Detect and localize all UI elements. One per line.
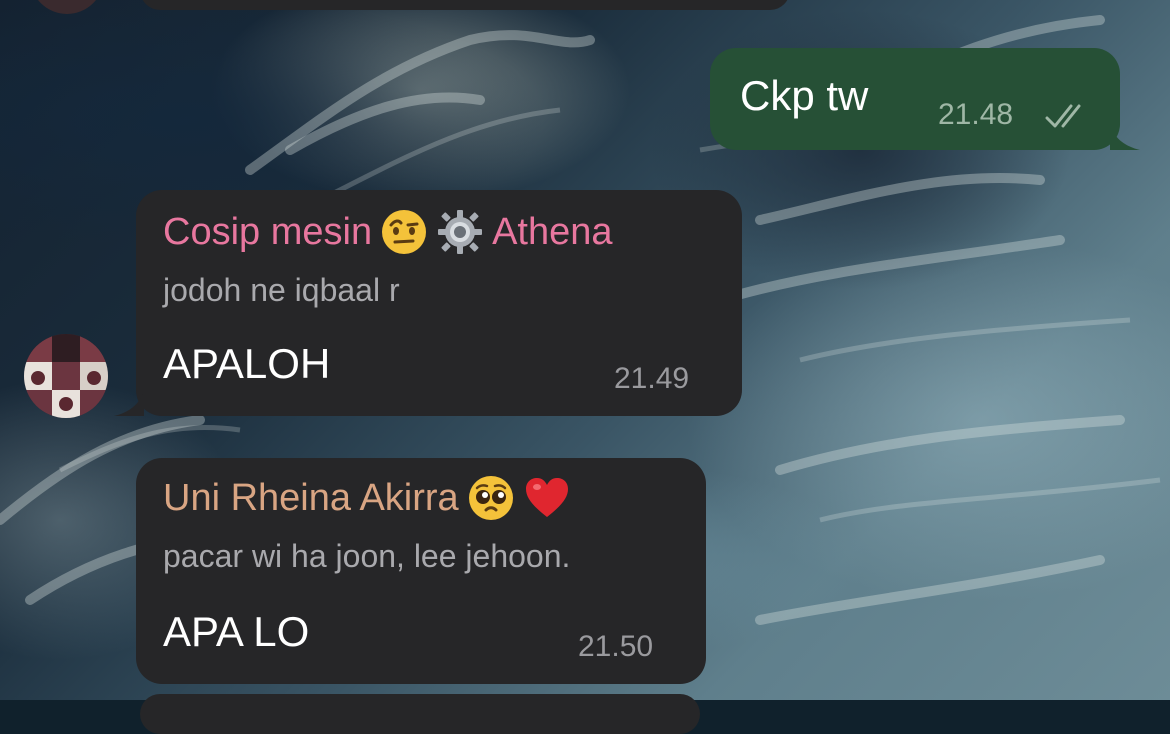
sender-name-suffix[interactable]: Athena <box>492 211 612 254</box>
bubble-tail <box>114 390 144 416</box>
sender-name[interactable]: Cosip mesin <box>163 211 372 254</box>
sender-name-row[interactable]: Uni Rheina Akirra <box>163 474 571 522</box>
raised-eyebrow-emoji <box>380 208 428 256</box>
incoming-message-bubble[interactable]: Uni Rheina Akirra pacar wi ha joon, lee … <box>136 458 706 684</box>
sender-avatar[interactable] <box>24 334 108 418</box>
sender-name[interactable]: Uni Rheina Akirra <box>163 477 459 520</box>
red-heart-emoji <box>523 474 571 522</box>
message-time: 21.48 <box>938 98 1014 131</box>
previous-message-bubble[interactable] <box>140 0 790 10</box>
sender-name-row[interactable]: Cosip mesin Athena <box>163 208 613 256</box>
pleading-face-emoji <box>467 474 515 522</box>
next-message-bubble[interactable] <box>140 694 700 734</box>
message-time: 21.49 <box>614 362 690 395</box>
double-check-icon <box>1045 100 1093 130</box>
gear-emoji <box>436 208 484 256</box>
message-time: 21.50 <box>578 630 654 663</box>
bubble-tail <box>1110 124 1140 150</box>
message-text: APALOH <box>163 340 331 387</box>
message-text: APA LO <box>163 608 310 655</box>
message-text: Ckp tw <box>740 72 869 119</box>
outgoing-message-bubble[interactable]: Ckp tw 21.48 <box>710 48 1140 150</box>
reply-quote[interactable]: pacar wi ha joon, lee jehoon. <box>163 538 570 575</box>
incoming-message-bubble[interactable]: Cosip mesin Athena jodoh ne iqbaal r APA… <box>114 190 742 416</box>
reply-quote[interactable]: jodoh ne iqbaal r <box>163 272 400 309</box>
